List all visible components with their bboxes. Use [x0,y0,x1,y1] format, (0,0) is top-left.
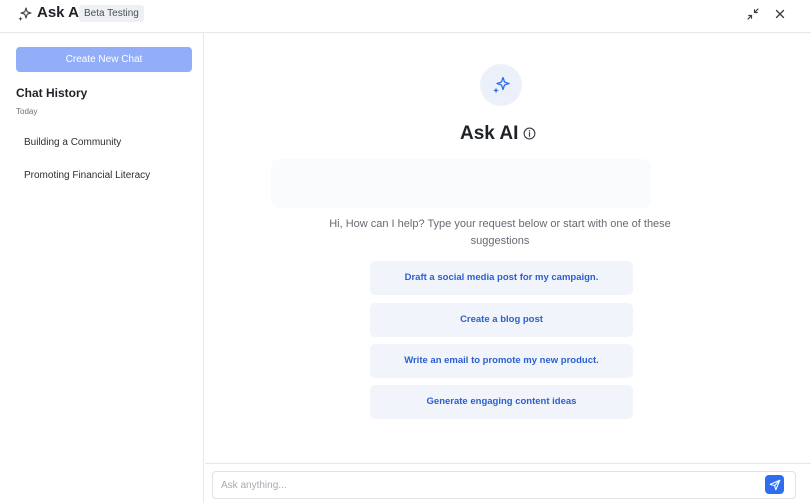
suggestion-button[interactable]: Create a blog post [370,303,633,337]
suggestion-button[interactable]: Write an email to promote my new product… [370,344,633,378]
response-placeholder [271,159,651,208]
suggestion-button[interactable]: Generate engaging content ideas [370,385,633,419]
title-bar: Ask AI Beta Testing [0,0,811,33]
sidebar: Create New Chat Chat History Today Build… [0,33,204,503]
app-title: Ask AI [37,4,84,21]
sparkle-icon [493,76,510,94]
intro-text: Hi, How can I help? Type your request be… [329,218,671,247]
minimize-icon[interactable] [745,6,761,22]
divider [205,463,811,464]
chat-panel: Ask AI Hi, How can I help? Type your req… [205,33,811,503]
suggestion-button[interactable]: Draft a social media post for my campaig… [370,261,633,295]
send-button[interactable] [765,475,784,494]
send-icon [769,479,780,490]
info-icon[interactable] [523,127,536,140]
history-item[interactable]: Building a Community [24,137,121,148]
ai-avatar [480,64,522,106]
history-item[interactable]: Promoting Financial Literacy [24,170,150,181]
history-group-label: Today [16,107,38,116]
chat-history-heading: Chat History [16,86,88,100]
sparkle-icon [18,7,32,21]
create-new-chat-button[interactable]: Create New Chat [16,47,192,72]
ask-input[interactable] [213,472,753,498]
close-icon[interactable] [772,6,788,22]
beta-badge: Beta Testing [79,5,144,22]
page-title: Ask AI [460,123,519,144]
message-composer [212,471,796,499]
